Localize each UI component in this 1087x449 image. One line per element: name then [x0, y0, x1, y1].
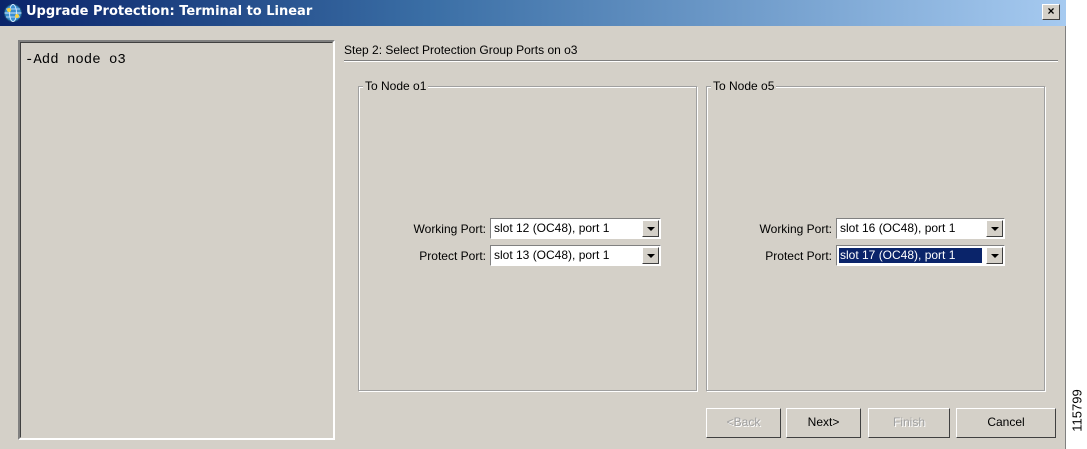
wizard-window: Upgrade Protection: Terminal to Linear ×… — [0, 0, 1066, 449]
cancel-button[interactable]: Cancel — [956, 408, 1056, 438]
protect-port-label: Protect Port: — [419, 249, 486, 263]
step-title: Step 2: Select Protection Group Ports on… — [344, 43, 578, 57]
group-label: To Node o1 — [363, 79, 429, 93]
title-bar[interactable]: Upgrade Protection: Terminal to Linear × — [0, 0, 1066, 26]
finish-button[interactable]: Finish — [868, 408, 950, 438]
dropdown-arrow-icon[interactable] — [642, 220, 659, 237]
next-button[interactable]: Next> — [786, 408, 861, 438]
protect-port-value: slot 17 (OC48), port 1 — [839, 248, 982, 263]
figure-id-text: 115799 — [1069, 389, 1085, 432]
working-port-value: slot 16 (OC48), port 1 — [840, 221, 956, 235]
wizard-step-item: -Add node o3 — [25, 52, 126, 68]
working-port-label: Working Port: — [759, 222, 832, 236]
dropdown-arrow-icon[interactable] — [642, 247, 659, 264]
dropdown-arrow-icon[interactable] — [986, 220, 1003, 237]
step-divider — [344, 60, 1058, 62]
window-title: Upgrade Protection: Terminal to Linear — [26, 4, 313, 19]
working-port-value: slot 12 (OC48), port 1 — [494, 221, 610, 235]
wizard-steps-panel: -Add node o3 — [18, 40, 335, 440]
protect-port-select[interactable]: slot 13 (OC48), port 1 — [490, 245, 661, 266]
close-button[interactable]: × — [1042, 4, 1060, 20]
dropdown-arrow-icon[interactable] — [986, 247, 1003, 264]
working-port-label: Working Port: — [413, 222, 486, 236]
back-button[interactable]: <Back — [706, 408, 781, 438]
figure-id-label: 115799 — [1068, 375, 1086, 449]
group-label: To Node o5 — [711, 79, 777, 93]
protect-port-select[interactable]: slot 17 (OC48), port 1 — [836, 245, 1005, 266]
network-globe-icon — [3, 3, 23, 23]
protect-port-value: slot 13 (OC48), port 1 — [494, 248, 610, 262]
close-icon: × — [1047, 4, 1055, 18]
working-port-select[interactable]: slot 12 (OC48), port 1 — [490, 218, 661, 239]
wizard-steps-inner: -Add node o3 — [20, 42, 333, 438]
protect-port-label: Protect Port: — [765, 249, 832, 263]
working-port-select[interactable]: slot 16 (OC48), port 1 — [836, 218, 1005, 239]
